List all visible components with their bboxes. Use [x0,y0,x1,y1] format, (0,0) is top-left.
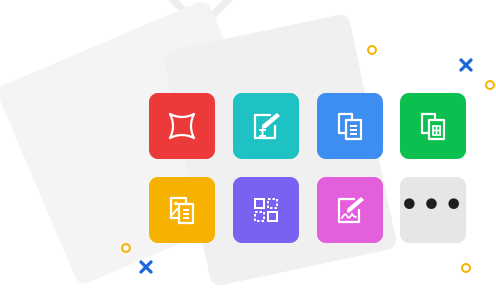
ring-decoration [121,243,131,253]
table-copy-tile[interactable] [400,93,466,159]
document-copy-tile[interactable] [317,93,383,159]
select-grid-tile[interactable] [233,177,299,243]
cross-decoration [459,58,473,72]
cross-decoration [139,260,153,274]
app-grid-illustration: ••• [0,0,496,297]
more-dots-icon: ••• [399,188,467,223]
edit-text-icon [253,113,280,140]
signature-icon [337,197,364,224]
crop-tool-tile[interactable] [149,93,215,159]
document-copy-icon [337,112,363,141]
signature-tile[interactable] [317,177,383,243]
more-tools-button[interactable]: ••• [400,177,466,243]
image-copy-icon [169,196,195,225]
image-copy-tile[interactable] [149,177,215,243]
crop-shape-icon [168,112,196,140]
ring-decoration [485,80,495,90]
table-copy-icon [420,112,446,141]
edit-text-tile[interactable] [233,93,299,159]
ring-decoration [461,263,471,273]
ring-decoration [367,45,377,55]
select-grid-icon [254,198,278,222]
